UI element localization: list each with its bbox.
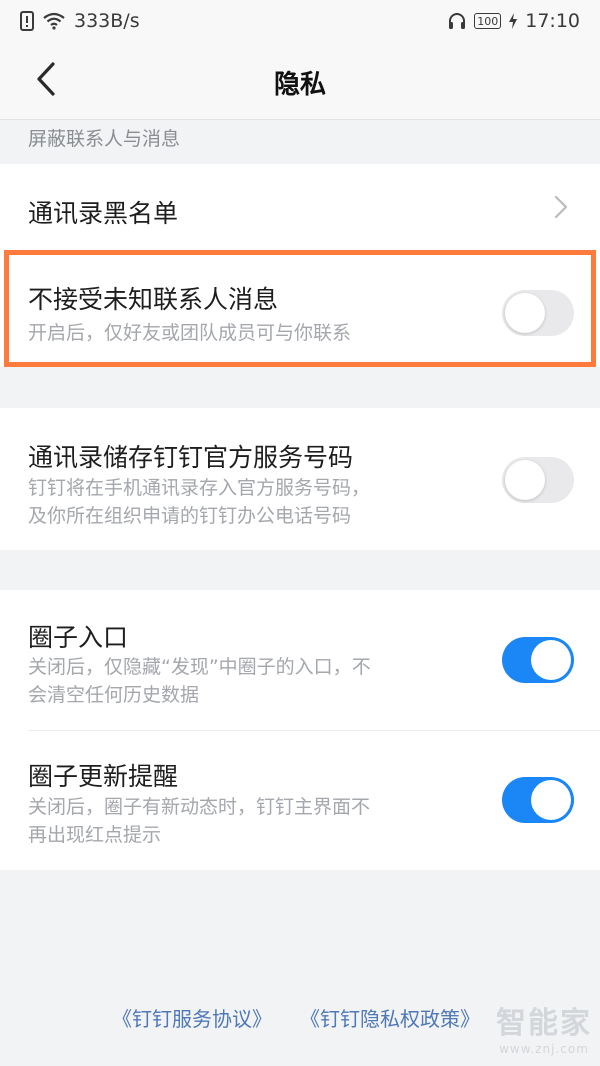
privacy-policy-link[interactable]: 《钉钉隐私权政策》 xyxy=(300,1003,480,1032)
circle-entry-toggle[interactable] xyxy=(502,637,574,683)
charging-icon xyxy=(509,13,518,29)
unknown-contacts-row: 不接受未知联系人消息 开启后，仅好友或团队成员可与你联系 xyxy=(0,250,600,367)
wifi-icon xyxy=(42,12,66,30)
unknown-contacts-subtitle: 开启后，仅好友或团队成员可与你联系 xyxy=(28,322,352,344)
watermark-logo: 智能家 www.znj.com xyxy=(496,998,592,1056)
circle-entry-title: 圈子入口 xyxy=(28,623,129,652)
official-numbers-subtitle-2: 及你所在组织申请的钉钉办公电话号码 xyxy=(28,505,352,527)
official-numbers-row: 通讯录储存钉钉官方服务号码 钉钉将在手机通讯录存入官方服务号码， 及你所在组织申… xyxy=(0,408,600,550)
toggle-knob xyxy=(531,780,571,820)
block-contacts-group: 通讯录黑名单 不接受未知联系人消息 开启后，仅好友或团队成员可与你联系 xyxy=(0,164,600,367)
page-title: 隐私 xyxy=(273,70,326,100)
headphones-icon xyxy=(448,12,466,30)
official-numbers-title: 通讯录储存钉钉官方服务号码 xyxy=(28,443,354,472)
circle-reminder-title: 圈子更新提醒 xyxy=(28,762,179,791)
circle-reminder-subtitle-1: 关闭后，圈子有新动态时，钉钉主界面不 xyxy=(28,796,371,818)
section-label: 屏蔽联系人与消息 xyxy=(28,128,181,150)
status-bar: 333B/s 100 17:10 xyxy=(0,0,600,42)
circle-reminder-subtitle-2: 再出现红点提示 xyxy=(28,824,162,846)
circle-entry-subtitle-2: 会清空任何历史数据 xyxy=(28,684,200,706)
circle-entry-row: 圈子入口 关闭后，仅隐藏“发现”中圈子的入口，不 会清空任何历史数据 xyxy=(0,590,600,730)
toggle-knob xyxy=(531,640,571,680)
official-numbers-subtitle-1: 钉钉将在手机通讯录存入官方服务号码， xyxy=(28,477,371,499)
circle-reminder-toggle[interactable] xyxy=(502,777,574,823)
circle-entry-subtitle-1: 关闭后，仅隐藏“发现”中圈子的入口，不 xyxy=(28,656,371,678)
circle-reminder-row: 圈子更新提醒 关闭后，圈子有新动态时，钉钉主界面不 再出现红点提示 xyxy=(0,730,600,870)
blacklist-title: 通讯录黑名单 xyxy=(28,199,179,228)
nav-bar: 隐私 xyxy=(0,42,600,120)
battery-icon: 100 xyxy=(474,13,502,29)
official-numbers-toggle[interactable] xyxy=(502,457,574,503)
sim-alert-icon xyxy=(20,11,34,31)
service-agreement-link[interactable]: 《钉钉服务协议》 xyxy=(112,1003,272,1032)
toggle-knob xyxy=(505,293,545,333)
toggle-knob xyxy=(505,460,545,500)
official-numbers-group: 通讯录储存钉钉官方服务号码 钉钉将在手机通讯录存入官方服务号码， 及你所在组织申… xyxy=(0,408,600,550)
clock: 17:10 xyxy=(525,10,580,32)
blacklist-row[interactable]: 通讯录黑名单 xyxy=(0,164,600,250)
chevron-right-icon xyxy=(554,195,568,223)
circle-group: 圈子入口 关闭后，仅隐藏“发现”中圈子的入口，不 会清空任何历史数据 圈子更新提… xyxy=(0,590,600,870)
unknown-contacts-toggle[interactable] xyxy=(502,290,574,336)
network-speed: 333B/s xyxy=(74,10,140,32)
watermark-sub: www.znj.com xyxy=(499,1042,589,1056)
unknown-contacts-title: 不接受未知联系人消息 xyxy=(28,285,279,314)
watermark-main: 智能家 xyxy=(496,1006,592,1041)
